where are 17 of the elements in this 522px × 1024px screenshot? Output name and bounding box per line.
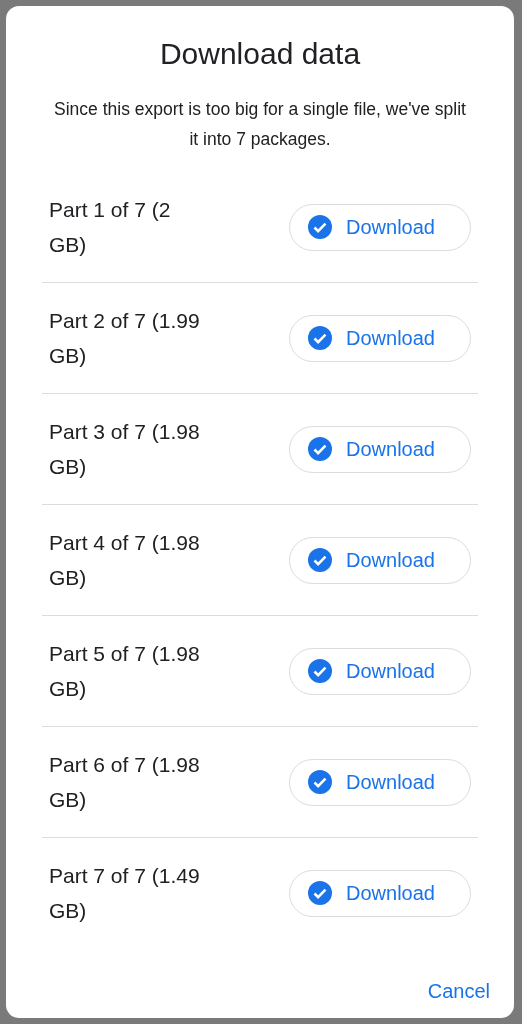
part-label: Part 5 of 7 (1.98 GB)	[49, 641, 201, 702]
download-button[interactable]: Download	[289, 203, 471, 251]
download-button[interactable]: Download	[289, 758, 471, 806]
download-button[interactable]: Download	[289, 314, 471, 362]
download-button[interactable]: Download	[289, 869, 471, 917]
download-button[interactable]: Download	[289, 647, 471, 695]
download-button[interactable]: Download	[289, 425, 471, 473]
part-label: Part 6 of 7 (1.98 GB)	[49, 752, 201, 813]
dialog-title: Download data	[158, 36, 362, 72]
dialog-message: Since this export is too big for a single file, we've split it into 7 packages.	[53, 98, 467, 151]
download-button[interactable]: Download	[289, 536, 471, 584]
part-label: Part 2 of 7 (1.99 GB)	[49, 308, 201, 369]
cancel-button[interactable]: Cancel	[427, 976, 490, 1007]
part-label: Part 7 of 7 (1.49 GB)	[49, 863, 201, 924]
part-label: Part 3 of 7 (1.98 GB)	[49, 419, 201, 480]
part-label: Part 4 of 7 (1.98 GB)	[49, 530, 201, 591]
part-label: Part 1 of 7 (2 GB)	[49, 197, 172, 258]
